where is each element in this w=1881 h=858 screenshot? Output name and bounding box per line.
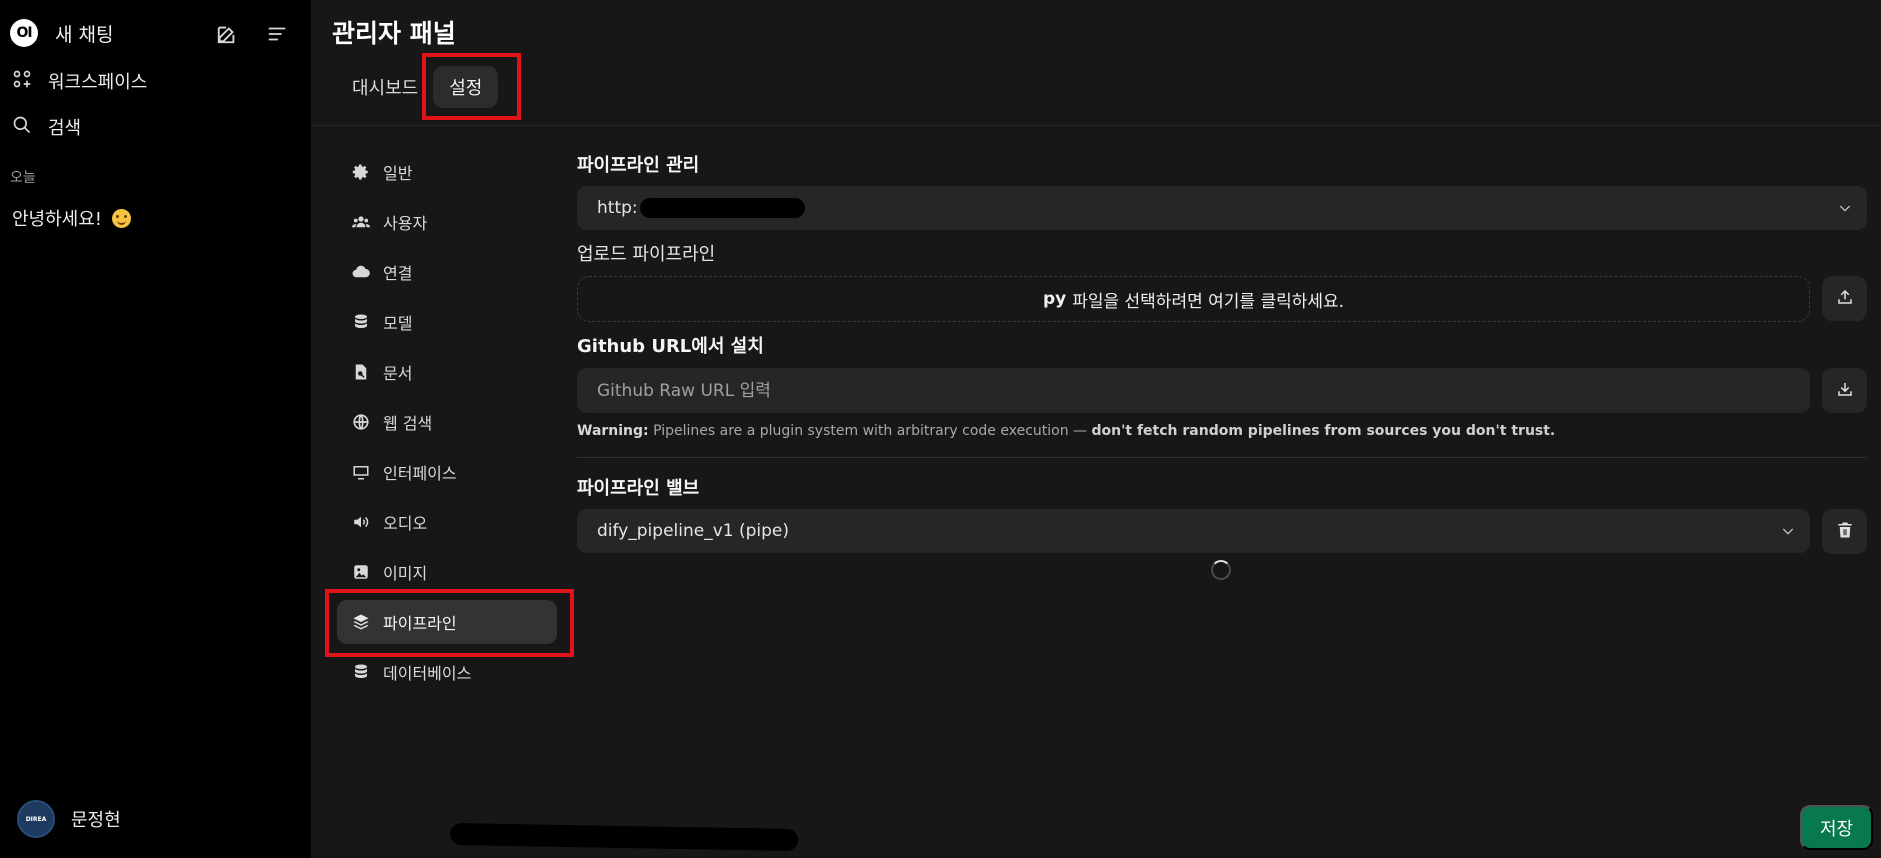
valves-selected-value: dify_pipeline_v1 (pipe) — [597, 521, 790, 541]
speaker-icon — [351, 512, 371, 532]
new-chat-button[interactable]: OI 새 채팅 — [10, 19, 113, 47]
nav-label-database: 데이터베이스 — [383, 664, 472, 683]
smile-emoji-icon — [112, 208, 132, 228]
upload-dropzone[interactable]: py 파일을 선택하려면 여기를 클릭하세요. — [577, 276, 1810, 322]
header-divider — [311, 125, 1881, 126]
avatar: DIREA — [17, 800, 55, 838]
redaction-mark — [639, 198, 805, 218]
nav-item-interface[interactable]: 인터페이스 — [337, 450, 557, 494]
workspace-label: 워크스페이스 — [48, 72, 148, 93]
nav-item-connections[interactable]: 연결 — [337, 250, 557, 294]
upload-prompt: 파일을 선택하려면 여기를 클릭하세요. — [1072, 291, 1345, 312]
github-url-input[interactable] — [577, 368, 1810, 413]
search-icon — [12, 115, 32, 139]
warning-strong-text: don't fetch random pipelines from source… — [1091, 423, 1556, 439]
upload-button[interactable] — [1822, 276, 1867, 321]
nav-label-images: 이미지 — [383, 564, 428, 583]
pipeline-connection-select[interactable]: http: — [577, 186, 1867, 230]
connection-value: http: — [597, 198, 638, 218]
warning-text: Pipelines are a plugin system with arbit… — [653, 423, 1088, 439]
new-chat-label: 새 채팅 — [55, 23, 114, 46]
user-profile-button[interactable]: DIREA 문정현 — [17, 800, 121, 838]
nav-label-users: 사용자 — [383, 214, 428, 233]
nav-label-general: 일반 — [383, 164, 413, 183]
nav-label-connections: 연결 — [383, 264, 413, 283]
nav-label-models: 모델 — [383, 314, 413, 333]
menu-icon[interactable] — [265, 22, 289, 46]
gear-icon — [351, 162, 371, 182]
nav-label-audio: 오디오 — [383, 514, 428, 533]
chat-title: 안녕하세요! — [12, 209, 103, 230]
page-title: 관리자 패널 — [332, 19, 456, 48]
sidebar: OI 새 채팅 워크스페이스 검색 오늘 안녕하세요! DIREA 문정현 — [0, 0, 311, 858]
sidebar-item-workspace[interactable]: 워크스페이스 — [12, 68, 147, 94]
section-today-label: 오늘 — [10, 170, 36, 186]
nav-label-documents: 문서 — [383, 364, 413, 383]
app-logo: OI — [10, 19, 38, 47]
chat-list-item[interactable]: 안녕하세요! — [12, 205, 132, 231]
nav-label-interface: 인터페이스 — [383, 464, 457, 483]
nav-item-web-search[interactable]: 웹 검색 — [337, 400, 557, 444]
nav-item-general[interactable]: 일반 — [337, 150, 557, 194]
image-icon — [351, 562, 371, 582]
trash-icon — [1836, 521, 1854, 543]
database-icon — [351, 662, 371, 682]
sidebar-item-search[interactable]: 검색 — [12, 114, 81, 140]
chevron-down-icon — [1780, 523, 1796, 544]
nav-item-users[interactable]: 사용자 — [337, 200, 557, 244]
monitor-icon — [351, 462, 371, 482]
upload-icon — [1836, 288, 1854, 310]
section-divider — [577, 457, 1867, 458]
database-icon — [351, 312, 371, 332]
tab-dashboard[interactable]: 대시보드 — [337, 66, 433, 108]
download-icon — [1836, 380, 1854, 402]
nav-item-audio[interactable]: 오디오 — [337, 500, 557, 544]
upload-ext: py — [1042, 289, 1067, 309]
cloud-icon — [351, 262, 371, 282]
workspace-icon — [12, 69, 32, 93]
edit-icon[interactable] — [215, 22, 239, 46]
manage-pipelines-title: 파이프라인 관리 — [577, 155, 700, 176]
pipeline-valves-title: 파이프라인 밸브 — [577, 478, 700, 499]
search-label: 검색 — [48, 118, 82, 139]
nav-label-web-search: 웹 검색 — [383, 414, 433, 433]
github-install-title: Github URL에서 설치 — [577, 336, 764, 357]
security-warning: Warning: Pipelines are a plugin system w… — [577, 423, 1555, 439]
document-search-icon — [351, 362, 371, 382]
highlight-box-settings-tab — [422, 53, 521, 120]
upload-pipeline-title: 업로드 파이프라인 — [577, 244, 716, 265]
users-icon — [351, 212, 371, 232]
pipeline-valves-select[interactable]: dify_pipeline_v1 (pipe) — [577, 509, 1810, 553]
redaction-mark — [449, 822, 799, 852]
download-button[interactable] — [1822, 368, 1867, 413]
highlight-box-pipelines-nav — [325, 589, 574, 657]
user-name: 문정현 — [71, 810, 121, 831]
nav-item-images[interactable]: 이미지 — [337, 550, 557, 594]
warning-label: Warning: — [577, 423, 649, 439]
chevron-down-icon — [1837, 200, 1853, 221]
globe-icon — [351, 412, 371, 432]
save-button[interactable]: 저장 — [1800, 805, 1873, 850]
nav-item-documents[interactable]: 문서 — [337, 350, 557, 394]
loading-spinner — [1211, 560, 1231, 580]
nav-item-models[interactable]: 모델 — [337, 300, 557, 344]
delete-pipeline-button[interactable] — [1822, 509, 1867, 554]
